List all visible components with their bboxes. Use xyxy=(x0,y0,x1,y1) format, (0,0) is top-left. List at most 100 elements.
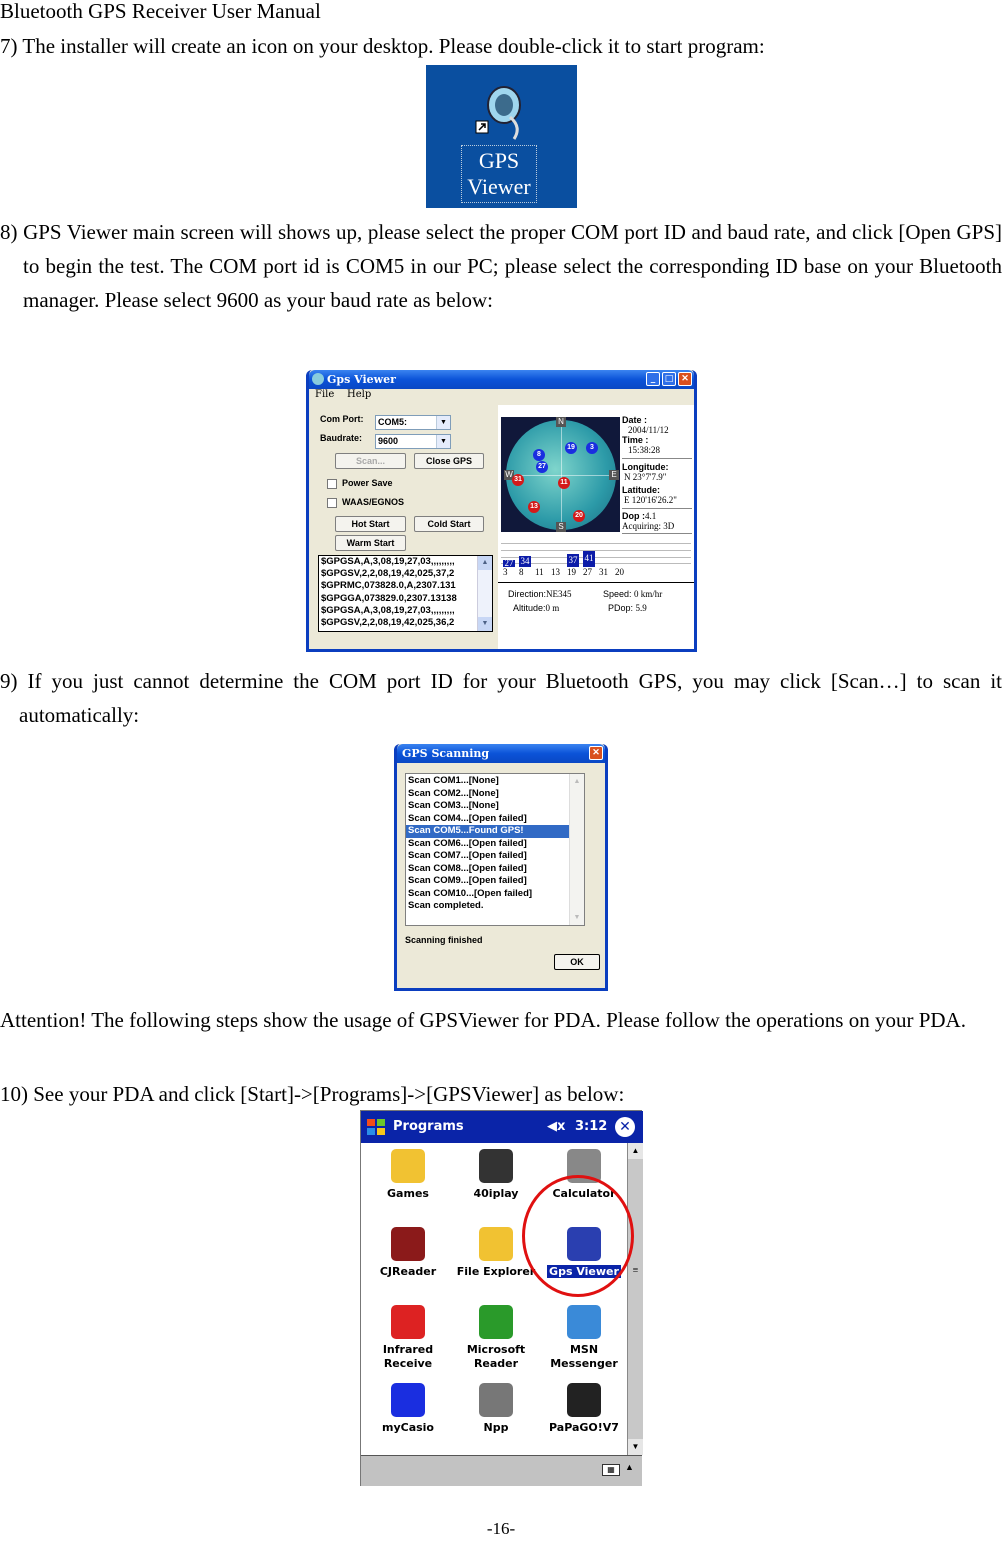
scroll-up-icon[interactable]: ▲ xyxy=(478,556,492,570)
satellite-marker: 3 xyxy=(586,442,598,454)
dialog-title: GPS Scanning xyxy=(402,747,490,760)
window-title: Gps Viewer xyxy=(327,373,396,386)
scan-status: Scanning finished xyxy=(405,935,483,945)
program-item[interactable]: Games xyxy=(363,1149,453,1201)
close-button[interactable]: ✕ xyxy=(678,372,692,386)
program-label: Infrared Receive xyxy=(382,1343,434,1370)
pda-screen: Programs ◀x 3:12 ✕ ▲ ≡ ▼ Games 40iplay Cal… xyxy=(360,1110,643,1486)
mycasio-icon xyxy=(391,1383,425,1417)
program-item[interactable]: CJReader xyxy=(363,1227,453,1279)
step-8-text: 8) GPS Viewer main screen will shows up,… xyxy=(0,220,1002,312)
baudrate-select[interactable]: 9600 ▼ xyxy=(375,434,451,449)
scan-result-item[interactable]: Scan COM6...[Open failed] xyxy=(406,838,569,851)
scan-button[interactable]: Scan... xyxy=(335,453,406,469)
gps-device-shortcut-icon xyxy=(475,86,521,140)
menu-bar: File Help xyxy=(309,389,694,403)
scan-result-item[interactable]: Scan COM2...[None] xyxy=(406,788,569,801)
signal-bar: 37 xyxy=(567,553,579,567)
program-item[interactable]: PaPaGO!V7 xyxy=(539,1383,629,1435)
satellite-marker: 19 xyxy=(565,442,577,454)
scroll-up-icon[interactable]: ▲ xyxy=(570,774,584,789)
gps-scanning-titlebar: GPS Scanning ✕ xyxy=(397,744,605,763)
program-item[interactable]: myCasio xyxy=(363,1383,453,1435)
satellite-id-label: 3 xyxy=(503,567,508,577)
scan-result-item[interactable]: Scan completed. xyxy=(406,900,569,913)
gps-status-pane: N S E W 8 19 3 27 31 11 13 20 Date : 200… xyxy=(498,405,694,649)
program-item[interactable]: Npp xyxy=(451,1383,541,1435)
step-9-text: 9) If you just cannot determine the COM … xyxy=(0,669,1002,727)
nmea-line: $GPRMC,073828.0,A,2307.131 xyxy=(321,580,456,592)
waas-egnos-checkbox[interactable] xyxy=(327,498,337,508)
baudrate-label: Baudrate: xyxy=(320,433,363,443)
power-save-label: Power Save xyxy=(342,478,393,488)
scroll-down-icon[interactable]: ▼ xyxy=(570,910,584,925)
scroll-thumb[interactable]: ≡ xyxy=(628,1265,643,1276)
scroll-down-icon[interactable]: ▼ xyxy=(478,617,492,631)
power-save-checkbox[interactable] xyxy=(327,479,337,489)
npp-icon xyxy=(479,1383,513,1417)
scan-result-item[interactable]: Scan COM8...[Open failed] xyxy=(406,863,569,876)
pda-scrollbar[interactable]: ▲ ≡ ▼ xyxy=(627,1143,643,1455)
scan-scrollbar[interactable]: ▲ ▼ xyxy=(569,774,584,925)
desktop-gps-viewer-shortcut[interactable]: GPS Viewer xyxy=(426,65,577,208)
pda-clock[interactable]: 3:12 xyxy=(575,1111,607,1143)
signal-strength-chart: 27 3 34 8 11 13 37 19 41 27 31 20 xyxy=(501,537,691,579)
reader-icon xyxy=(479,1305,513,1339)
time-value: 15:38:28 xyxy=(622,445,692,459)
document-header: Bluetooth GPS Receiver User Manual xyxy=(0,0,321,23)
compass-south: S xyxy=(556,522,566,532)
satellite-id-label: 11 xyxy=(535,567,544,577)
satellite-marker: 31 xyxy=(512,474,524,486)
scan-result-item[interactable]: Scan COM10...[Open failed] xyxy=(406,888,569,901)
gps-viewer-titlebar: Gps Viewer _ □ ✕ xyxy=(309,370,694,389)
speaker-icon[interactable]: ◀x xyxy=(547,1111,565,1143)
menu-file[interactable]: File xyxy=(315,389,334,400)
satellite-id-label: 8 xyxy=(519,567,524,577)
warm-start-button[interactable]: Warm Start xyxy=(335,535,406,551)
close-icon[interactable]: ✕ xyxy=(615,1117,635,1137)
scan-result-item[interactable]: Scan COM5...Found GPS! xyxy=(406,825,569,838)
papago-icon xyxy=(567,1383,601,1417)
scan-results-list[interactable]: Scan COM1...[None] Scan COM2...[None] Scan… xyxy=(405,773,585,926)
keyboard-icon[interactable]: ▦ xyxy=(602,1464,620,1476)
hot-start-button[interactable]: Hot Start xyxy=(335,516,406,532)
windows-start-icon[interactable] xyxy=(365,1116,387,1138)
program-label: Npp xyxy=(483,1421,509,1434)
scroll-up-icon[interactable]: ▲ xyxy=(628,1143,643,1159)
direction-value: NE345 xyxy=(546,589,572,599)
program-label: Microsoft Reader xyxy=(466,1343,526,1370)
program-label: File Explorer xyxy=(456,1265,536,1278)
gps-viewer-window: Gps Viewer _ □ ✕ File Help Com Port: COM… xyxy=(306,370,697,652)
step-7-text: 7) The installer will create an icon on … xyxy=(0,34,765,58)
nmea-scrollbar[interactable]: ▲ ▼ xyxy=(477,556,492,631)
scroll-down-icon[interactable]: ▼ xyxy=(628,1439,643,1455)
speed-value: 0 km/hr xyxy=(634,589,663,599)
program-item[interactable]: Infrared Receive xyxy=(363,1305,453,1371)
scan-result-item[interactable]: Scan COM1...[None] xyxy=(406,775,569,788)
dop-value: 4.1 xyxy=(645,511,657,521)
menu-help[interactable]: Help xyxy=(347,389,371,400)
satellite-marker: 20 xyxy=(573,510,585,522)
scan-result-item[interactable]: Scan COM9...[Open failed] xyxy=(406,875,569,888)
ok-button[interactable]: OK xyxy=(554,954,600,970)
input-panel-arrow-icon[interactable]: ▲ xyxy=(625,1462,634,1472)
scan-result-item[interactable]: Scan COM7...[Open failed] xyxy=(406,850,569,863)
msn-icon xyxy=(567,1305,601,1339)
program-item[interactable]: 40iplay xyxy=(451,1149,541,1201)
com-port-select[interactable]: COM5: ▼ xyxy=(375,415,451,430)
satellite-id-label: 31 xyxy=(599,567,608,577)
cold-start-button[interactable]: Cold Start xyxy=(414,516,484,532)
pda-menu-bar: ▦ ▲ xyxy=(361,1455,642,1486)
attention-text: Attention! The following steps show the … xyxy=(0,1008,966,1032)
close-gps-button[interactable]: Close GPS xyxy=(414,453,484,469)
close-button[interactable]: ✕ xyxy=(589,746,603,760)
scan-result-item[interactable]: Scan COM4...[Open failed] xyxy=(406,813,569,826)
program-item[interactable]: MSN Messenger xyxy=(539,1305,629,1371)
program-item[interactable]: Microsoft Reader xyxy=(451,1305,541,1371)
scan-result-item[interactable]: Scan COM3...[None] xyxy=(406,800,569,813)
nmea-log-list[interactable]: $GPGSA,A,3,08,19,27,03,,,,,,,,, $GPGSV,2… xyxy=(318,555,493,632)
satellite-id-label: 13 xyxy=(551,567,560,577)
minimize-button[interactable]: _ xyxy=(646,372,660,386)
program-label: MSN Messenger xyxy=(550,1343,618,1370)
maximize-button[interactable]: □ xyxy=(662,372,676,386)
